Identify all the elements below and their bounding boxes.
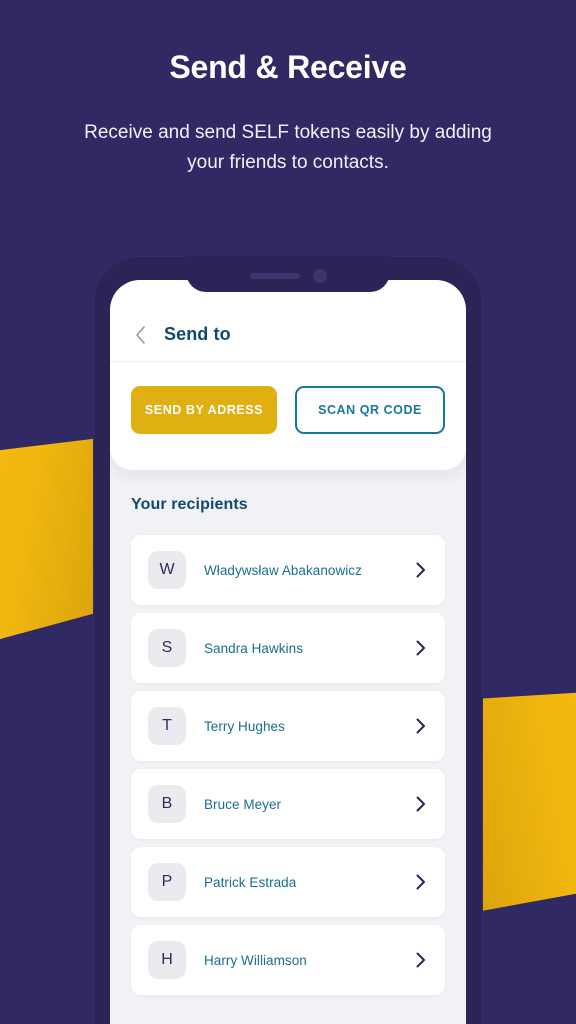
hero-section: Send & Receive Receive and send SELF tok… [0, 0, 576, 178]
decorative-yellow-shape-left [0, 438, 100, 650]
avatar: H [148, 941, 186, 979]
recipients-section: Your recipients W Władywsław Abakanowicz… [110, 470, 466, 995]
scan-qr-code-button[interactable]: SCAN QR CODE [295, 386, 445, 434]
recipients-heading: Your recipients [131, 496, 248, 513]
list-item[interactable]: P Patrick Estrada [131, 847, 445, 917]
send-by-address-button[interactable]: SEND BY ADRESS [131, 386, 277, 434]
send-to-card: Send to SEND BY ADRESS SCAN QR CODE [110, 280, 466, 470]
avatar: B [148, 785, 186, 823]
action-button-row: SEND BY ADRESS SCAN QR CODE [110, 362, 466, 470]
recipients-list: W Władywsław Abakanowicz S Sandra Hawkin… [131, 535, 445, 995]
avatar: W [148, 551, 186, 589]
recipient-name: Władywsław Abakanowicz [204, 562, 362, 578]
page-title: Send & Receive [169, 49, 407, 85]
phone-notch [186, 256, 390, 292]
front-camera-icon [312, 268, 327, 283]
chevron-right-icon[interactable] [413, 952, 429, 968]
recipient-name: Patrick Estrada [204, 874, 297, 890]
nav-title: Send to [164, 324, 231, 344]
chevron-right-icon[interactable] [413, 796, 429, 812]
list-item[interactable]: B Bruce Meyer [131, 769, 445, 839]
app-nav-bar: Send to [110, 280, 466, 361]
phone-screen: Send to SEND BY ADRESS SCAN QR CODE Your… [110, 280, 466, 1024]
page-subtitle: Receive and send SELF tokens easily by a… [84, 122, 492, 174]
phone-mockup: Send to SEND BY ADRESS SCAN QR CODE Your… [93, 256, 483, 1024]
avatar: S [148, 629, 186, 667]
chevron-right-icon[interactable] [413, 718, 429, 734]
chevron-right-icon[interactable] [413, 640, 429, 656]
chevron-left-icon[interactable] [130, 325, 150, 345]
decorative-yellow-shape-right [476, 690, 576, 912]
recipient-name: Terry Hughes [204, 718, 285, 734]
recipient-name: Sandra Hawkins [204, 640, 303, 656]
chevron-right-icon[interactable] [413, 562, 429, 578]
chevron-right-icon[interactable] [413, 874, 429, 890]
list-item[interactable]: S Sandra Hawkins [131, 613, 445, 683]
speaker-grille-icon [249, 272, 300, 279]
list-item[interactable]: T Terry Hughes [131, 691, 445, 761]
list-item[interactable]: W Władywsław Abakanowicz [131, 535, 445, 605]
recipient-name: Bruce Meyer [204, 796, 282, 812]
avatar: T [148, 707, 186, 745]
recipient-name: Harry Williamson [204, 952, 307, 968]
avatar: P [148, 863, 186, 901]
list-item[interactable]: H Harry Williamson [131, 925, 445, 995]
